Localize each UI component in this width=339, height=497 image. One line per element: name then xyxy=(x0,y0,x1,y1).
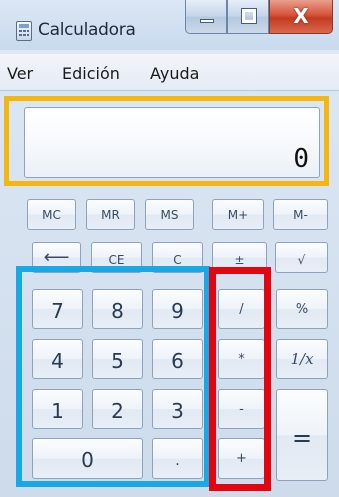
close-icon: X xyxy=(293,4,309,28)
result-display: 0 xyxy=(24,107,320,178)
ce-label: CE xyxy=(108,253,125,267)
plus-minus-label: ± xyxy=(234,253,245,267)
backspace-icon: ⟵ xyxy=(43,247,70,268)
mc-button[interactable]: MC xyxy=(27,199,76,230)
percent-label: % xyxy=(295,302,309,317)
menu-item-edicion[interactable]: Edición xyxy=(62,64,120,83)
m-plus-button[interactable]: M+ xyxy=(212,199,264,230)
digits-highlight-outline xyxy=(16,266,210,487)
calculator-window: Calculadora X Ver Edición Ayuda 0 MC MR … xyxy=(0,0,339,497)
reciprocal-button[interactable]: 1/x xyxy=(276,339,328,379)
m-minus-button[interactable]: M- xyxy=(273,199,328,230)
operators-highlight-outline xyxy=(209,267,271,491)
menu-item-ver[interactable]: Ver xyxy=(7,64,33,83)
sqrt-label: √ xyxy=(297,253,306,267)
menu-bar: Ver Edición Ayuda xyxy=(0,54,339,91)
calculator-icon xyxy=(16,21,32,41)
percent-button[interactable]: % xyxy=(276,289,328,329)
mr-button[interactable]: MR xyxy=(86,199,135,230)
reciprocal-label: 1/x xyxy=(290,350,314,368)
window-title: Calculadora xyxy=(38,20,136,40)
title-bar[interactable]: Calculadora X xyxy=(0,0,339,50)
minimize-button[interactable] xyxy=(185,0,227,34)
maximize-button[interactable] xyxy=(227,0,269,34)
mc-label: MC xyxy=(42,208,61,222)
minimize-icon xyxy=(200,19,214,23)
sqrt-button[interactable]: √ xyxy=(275,242,328,273)
equals-label: = xyxy=(291,424,313,452)
m-minus-label: M- xyxy=(293,208,308,222)
close-button[interactable]: X xyxy=(269,0,333,34)
equals-button[interactable]: = xyxy=(276,389,328,481)
display-value: 0 xyxy=(293,144,309,174)
maximize-icon xyxy=(241,8,257,24)
c-label: C xyxy=(173,253,182,267)
menu-item-ayuda[interactable]: Ayuda xyxy=(150,64,199,83)
ms-label: MS xyxy=(160,208,179,222)
ms-button[interactable]: MS xyxy=(145,199,194,230)
m-plus-label: M+ xyxy=(227,208,249,222)
mr-label: MR xyxy=(101,208,120,222)
